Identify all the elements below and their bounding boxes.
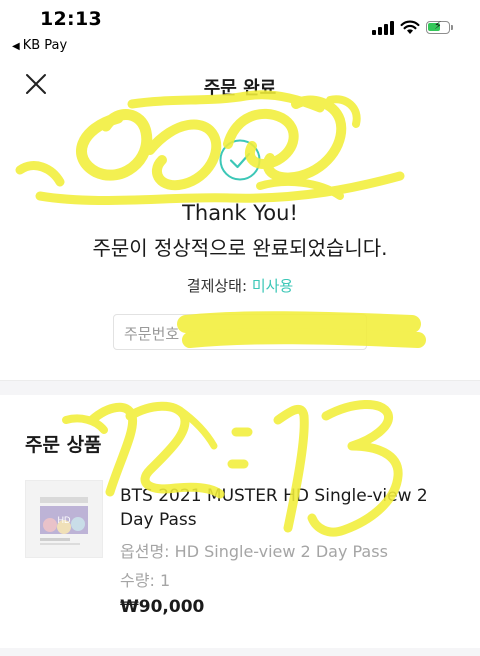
bottom-divider [0,648,480,656]
quantity-label: 수량: [120,571,155,590]
quantity-value: 1 [159,571,171,590]
charging-bolt-icon: ⚡ [434,19,442,32]
option-value: HD Single-view 2 Day Pass [174,542,388,561]
product-price: ₩90,000 [120,597,205,617]
wifi-icon [400,20,420,34]
product-option: 옵션명: HD Single-view 2 Day Pass [120,538,388,562]
product-thumbnail-image: HD [26,481,102,557]
product-thumbnail[interactable]: HD [25,480,103,558]
order-number-label: 주문번호 [124,325,180,343]
status-bar: 12:13 ◀ KB Pay ⚡ [0,0,480,60]
option-label: 옵션명: [120,542,170,561]
back-app-label: KB Pay [22,38,68,53]
section-divider [0,380,480,395]
battery-icon: ⚡ [426,19,450,34]
thumbnail-text: HD [58,515,71,525]
check-circle-icon [219,139,261,181]
thank-you-heading: Thank You! [182,201,298,225]
page-title: 주문 완료 [203,78,277,99]
payment-status-value: 미사용 [251,277,294,295]
payment-status: 결제상태: 미사용 [0,275,480,296]
product-quantity: 수량: 1 [120,567,170,591]
page-header: 주문 완료 [0,62,480,108]
status-time: 12:13 [40,8,102,30]
product-name[interactable]: BTS 2021 MUSTER HD Single-view 2 Day Pas… [120,484,460,532]
cellular-signal-icon [372,21,394,35]
order-items-title: 주문 상품 [25,434,102,456]
order-number-field: 주문번호 [113,314,367,350]
back-triangle-icon: ◀ [12,41,20,52]
payment-status-label: 결제상태: [186,277,248,295]
order-complete-message: 주문이 정상적으로 완료되었습니다. [92,236,388,260]
battery-cap [451,25,453,30]
back-to-app-link[interactable]: ◀ KB Pay [12,38,67,53]
